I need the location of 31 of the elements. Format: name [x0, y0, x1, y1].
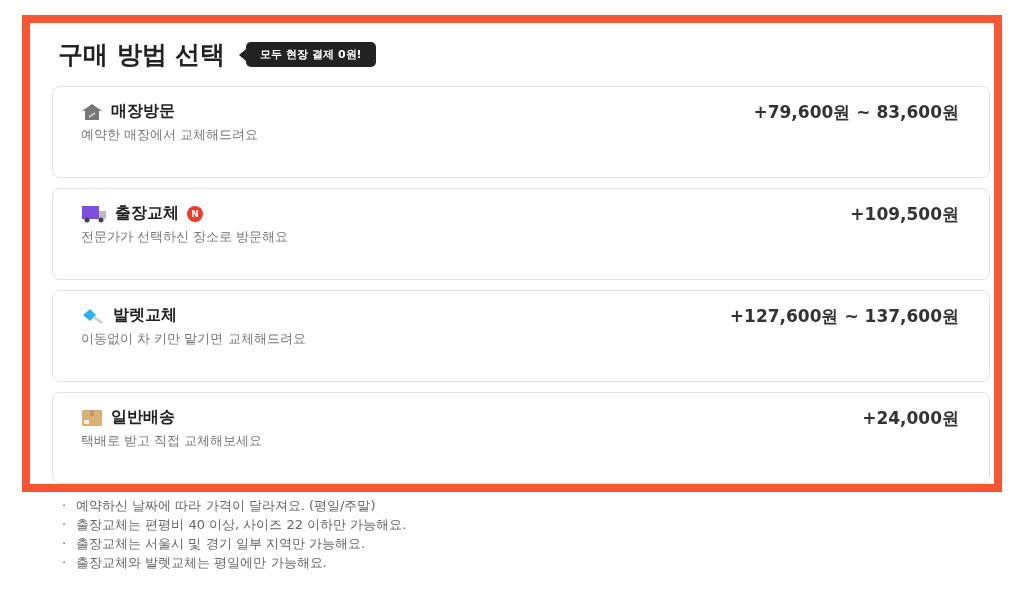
option-name: 매장방문	[111, 101, 175, 122]
option-name: 일반배송	[111, 407, 175, 428]
option-price: +79,600원 ~ 83,600원	[753, 101, 959, 124]
box-icon	[81, 408, 103, 427]
truck-icon	[81, 204, 107, 223]
option-price: +127,600원 ~ 137,600원	[729, 305, 959, 328]
option-name: 발렛교체	[113, 305, 177, 326]
new-badge: N	[187, 205, 203, 222]
option-price: +109,500원	[850, 203, 959, 226]
tooltip: 모두 현장 결제 0원!	[246, 42, 376, 67]
option-description: 이동없이 차 키만 맡기면 교체해드려요	[81, 330, 306, 348]
note-text: 출장교체는 서울시 및 경기 일부 지역만 가능해요.	[76, 535, 366, 553]
note-text: 출장교체와 발렛교체는 평일에만 가능해요.	[76, 554, 327, 572]
bullet: ·	[62, 554, 67, 572]
page-title: 구매 방법 선택	[58, 39, 226, 71]
key-tag-icon	[81, 306, 105, 325]
note-text: 예약하신 날짜에 따라 가격이 달라져요. (평일/주말)	[76, 497, 376, 515]
option-description: 전문가가 선택하신 장소로 방문해요	[81, 228, 289, 246]
option-card[interactable]: 매장방문 예약한 매장에서 교체해드려요 +79,600원 ~ 83,600원	[52, 86, 990, 178]
option-name: 출장교체	[115, 203, 179, 224]
note-text: 출장교체는 편평비 40 이상, 사이즈 22 이하만 가능해요.	[76, 516, 407, 534]
bullet: ·	[62, 497, 67, 515]
option-description: 택배로 받고 직접 교체해보세요	[81, 432, 263, 450]
option-card[interactable]: 발렛교체 이동없이 차 키만 맡기면 교체해드려요 +127,600원 ~ 137,600원	[52, 290, 990, 382]
option-card[interactable]: 일반배송 택배로 받고 직접 교체해보세요 +24,000원	[52, 392, 990, 484]
house-icon	[81, 102, 103, 121]
option-price: +24,000원	[862, 407, 959, 430]
option-card[interactable]: 출장교체 N 전문가가 선택하신 장소로 방문해요 +109,500원	[52, 188, 990, 280]
option-description: 예약한 매장에서 교체해드려요	[81, 126, 259, 144]
bullet: ·	[62, 516, 67, 534]
bullet: ·	[62, 535, 67, 553]
